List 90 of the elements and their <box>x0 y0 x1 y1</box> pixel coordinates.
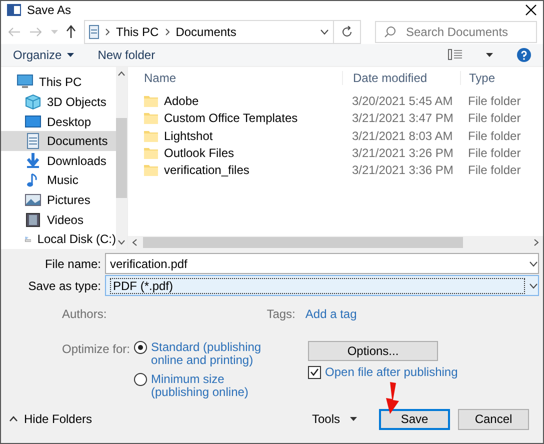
caret-icon <box>350 417 357 421</box>
sidebar-item[interactable]: This PC <box>1 72 116 92</box>
cube-icon <box>25 94 41 110</box>
chevron-up-icon <box>118 70 125 76</box>
save-button[interactable]: Save <box>379 408 450 430</box>
picture-icon <box>25 192 41 208</box>
hide-folders-button[interactable]: Hide Folders <box>9 412 92 426</box>
chevron-down-icon <box>529 282 538 288</box>
type-cell-text: File folder <box>467 94 522 108</box>
radio-button[interactable] <box>134 373 148 386</box>
type-cell-text: File folder <box>467 146 522 160</box>
column-header[interactable]: Name <box>128 70 342 85</box>
file-name[interactable]: verification_files <box>164 163 250 177</box>
column-header[interactable]: Type <box>460 70 543 85</box>
organize-button[interactable]: Organize <box>13 48 74 62</box>
folder-icon <box>144 112 158 124</box>
radio-button[interactable] <box>134 341 148 354</box>
caret-icon[interactable] <box>486 52 493 57</box>
sidebar-item[interactable]: Desktop <box>1 112 116 132</box>
date-cell-text: 3/21/2021 3:36 PM <box>351 163 454 177</box>
sidebar-item[interactable]: Documents <box>1 131 116 152</box>
download-arrow-icon <box>25 152 41 169</box>
computer-icon <box>17 74 33 90</box>
date-cell-text: 3/21/2021 8:03 AM <box>351 128 454 143</box>
type-cell-text: File folder <box>467 111 522 126</box>
breadcrumb[interactable]: Documents <box>176 24 236 39</box>
type-cell-text: File folder <box>467 163 522 177</box>
chevron-up-icon <box>9 416 18 422</box>
file-name-field[interactable]: verification.pdf <box>105 253 539 274</box>
search-input[interactable]: Search Documents <box>404 24 528 40</box>
document-icon <box>7 3 21 18</box>
field-label: Save as type: <box>27 278 102 292</box>
folder-icon <box>144 130 158 142</box>
up-arrow-icon[interactable] <box>66 25 76 38</box>
date-cell-text: 3/21/2021 3:26 PM <box>351 146 454 160</box>
file-name[interactable]: Outlook Files <box>164 146 234 160</box>
tools-button[interactable]: Tools <box>306 411 363 427</box>
column-header[interactable]: Date modified <box>342 70 460 85</box>
chevron-down-icon <box>118 240 125 245</box>
sidebar-item[interactable]: Local Disk (C:) <box>1 229 116 249</box>
date-cell-text: 3/20/2021 5:45 AM <box>351 94 454 108</box>
date-cell-text: 3/21/2021 3:47 PM <box>351 111 454 126</box>
film-icon <box>25 212 41 228</box>
folder-path-icon <box>89 24 99 39</box>
address-bar[interactable]: This PC Documents <box>84 20 334 44</box>
chevron-left-icon <box>132 239 137 246</box>
breadcrumb[interactable]: This PC <box>116 24 159 39</box>
checkbox-label[interactable]: Open file after publishing <box>325 365 458 379</box>
help-icon[interactable] <box>517 48 531 62</box>
sidebar-item[interactable]: 3D Objects <box>1 92 116 112</box>
window-title: Save As <box>27 3 72 18</box>
type-cell-text: File folder <box>467 128 522 143</box>
file-name[interactable]: Custom Office Templates <box>164 111 298 126</box>
radio-label[interactable]: Minimum size (publishing online) <box>151 373 266 399</box>
file-name[interactable]: Lightshot <box>164 128 213 143</box>
refresh-icon <box>341 26 353 38</box>
caret-icon <box>66 52 74 57</box>
desktop-icon <box>25 114 41 130</box>
sidebar-item[interactable]: Pictures <box>1 190 116 210</box>
document-icon <box>25 133 41 150</box>
search-field[interactable]: Search Documents <box>375 20 537 43</box>
chevron-down-icon[interactable] <box>320 28 329 35</box>
sidebar-item[interactable]: Videos <box>1 210 116 230</box>
field-label: Optimize for: <box>62 341 130 358</box>
field-label: Tags: <box>266 307 296 323</box>
chevron-right-icon <box>534 239 539 246</box>
checkmark-icon <box>310 368 320 376</box>
field-label: Authors: <box>62 307 107 323</box>
radio-label[interactable]: Standard (publishing online and printing) <box>151 341 266 367</box>
folder-icon <box>144 146 158 159</box>
file-name[interactable]: Adobe <box>164 94 199 108</box>
view-list-icon[interactable] <box>448 49 462 60</box>
sidebar-item[interactable]: Music <box>1 170 116 190</box>
file-type-dropdown[interactable]: PDF (*.pdf) <box>105 275 539 296</box>
scrollbar[interactable] <box>128 236 543 249</box>
field-label: File name: <box>44 256 102 270</box>
close-icon[interactable] <box>525 4 537 16</box>
sidebar-item[interactable]: Downloads <box>1 151 116 171</box>
new-folder-button[interactable]: New folder <box>98 48 156 62</box>
chevron-right-icon <box>164 28 170 36</box>
chevron-right-icon <box>105 28 110 36</box>
folder-icon <box>144 95 158 108</box>
checkbox[interactable] <box>308 366 322 378</box>
folder-icon <box>144 164 158 176</box>
add-tag-link[interactable]: Add a tag <box>305 307 357 329</box>
options-button[interactable]: Options... <box>308 341 438 361</box>
scrollbar[interactable] <box>116 66 127 249</box>
cancel-button[interactable]: Cancel <box>458 408 529 430</box>
search-icon <box>384 26 396 38</box>
chevron-down-icon <box>529 260 538 266</box>
